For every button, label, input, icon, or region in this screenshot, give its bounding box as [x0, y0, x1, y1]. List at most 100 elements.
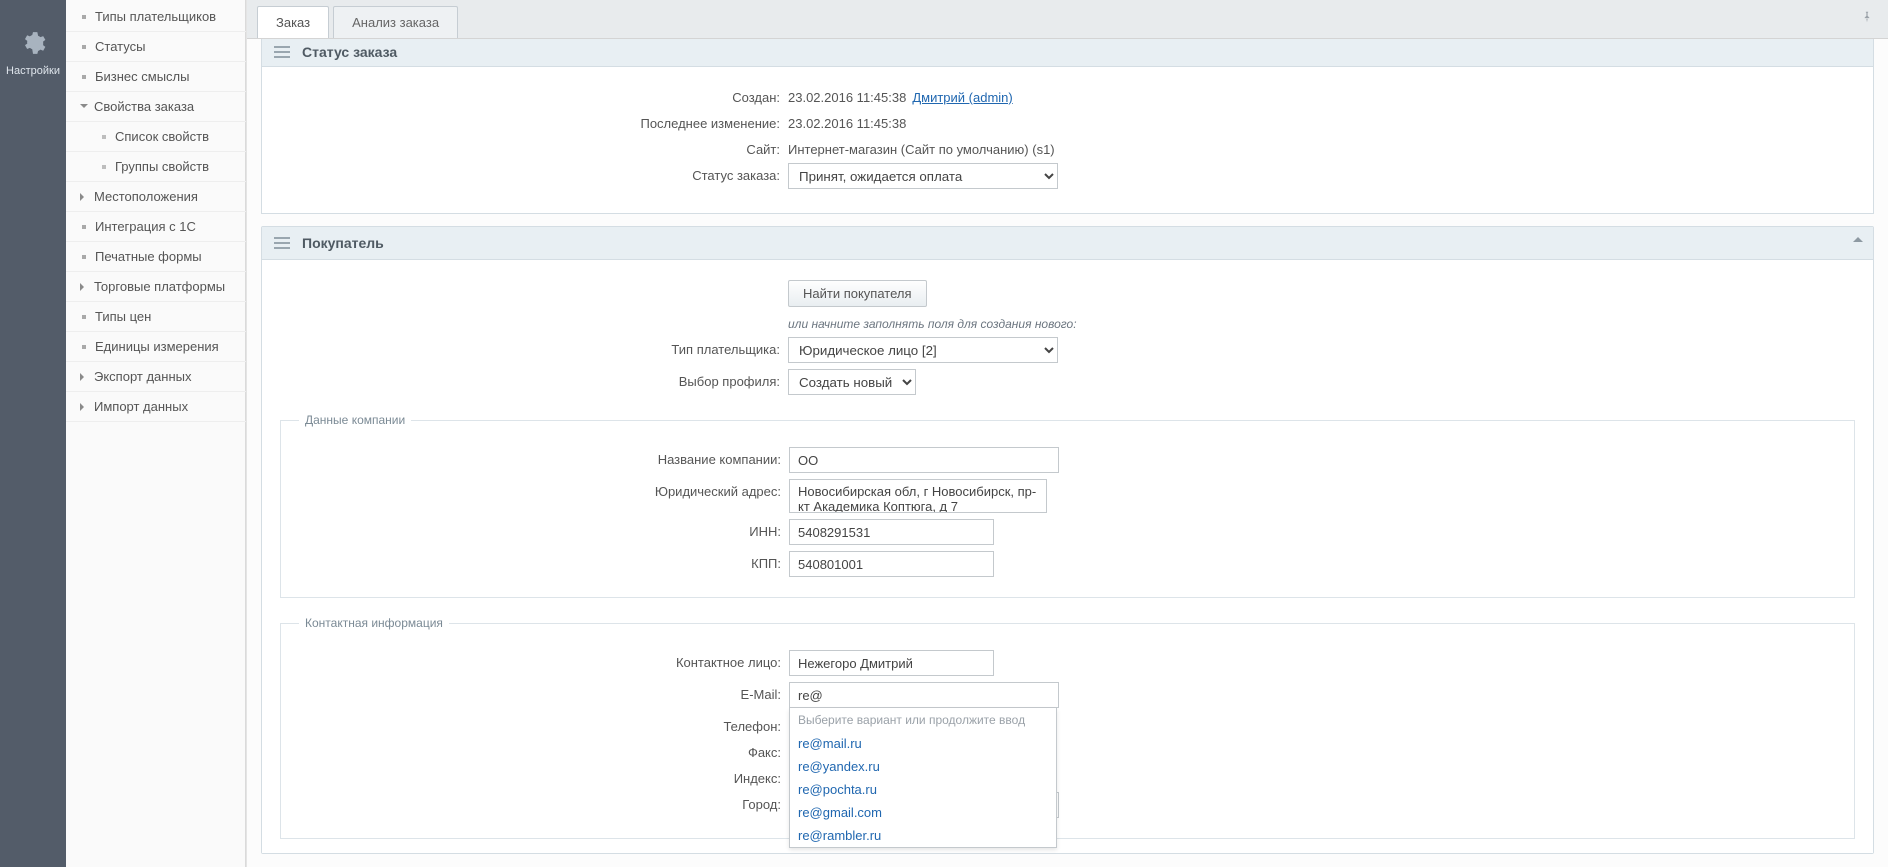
- kpp-input[interactable]: [789, 551, 994, 577]
- created-label: Создан:: [280, 85, 788, 105]
- main-area: Заказ Анализ заказа Статус заказа Создан…: [247, 0, 1888, 867]
- modified-label: Последнее изменение:: [280, 111, 788, 131]
- index-label: Индекс:: [281, 766, 789, 786]
- status-panel-header: Статус заказа: [261, 39, 1874, 67]
- sidebar-item[interactable]: Единицы измерения: [66, 332, 246, 362]
- contact-person-label: Контактное лицо:: [281, 650, 789, 670]
- autocomplete-item[interactable]: re@rambler.ru: [790, 824, 1056, 847]
- sidebar-item-label: Местоположения: [94, 189, 198, 204]
- sidebar-item-label: Импорт данных: [94, 399, 188, 414]
- content-scroll[interactable]: Статус заказа Создан: 23.02.2016 11:45:3…: [247, 39, 1888, 867]
- buyer-hint: или начните заполнять поля для создания …: [788, 317, 1077, 331]
- chevron-icon: [80, 104, 88, 112]
- legal-addr-label: Юридический адрес:: [281, 479, 789, 499]
- created-user-link[interactable]: Дмитрий (admin): [912, 90, 1012, 105]
- buyer-panel-title: Покупатель: [302, 235, 384, 251]
- bullet-icon: [82, 225, 86, 229]
- find-buyer-button[interactable]: Найти покупателя: [788, 280, 927, 307]
- email-autocomplete: Выберите вариант или продолжите ввод re@…: [789, 708, 1057, 848]
- buyer-panel-body: Найти покупателя или начните заполнять п…: [262, 260, 1873, 853]
- bullet-icon: [102, 135, 106, 139]
- sidebar-item[interactable]: Типы цен: [66, 302, 246, 332]
- sidebar-item-label: Интеграция с 1С: [95, 219, 196, 234]
- buyer-panel-header: Покупатель: [262, 227, 1873, 260]
- fax-label: Факс:: [281, 740, 789, 760]
- drag-icon: [274, 46, 290, 58]
- payer-type-select[interactable]: Юридическое лицо [2]: [788, 337, 1058, 363]
- contact-person-input[interactable]: [789, 650, 994, 676]
- rail-settings[interactable]: Настройки: [6, 30, 60, 77]
- autocomplete-item[interactable]: re@gmail.com: [790, 801, 1056, 824]
- chevron-icon: [80, 403, 88, 411]
- contact-fieldset-legend: Контактная информация: [299, 616, 449, 630]
- drag-icon: [274, 237, 290, 249]
- sidebar-item[interactable]: Местоположения: [66, 182, 246, 212]
- created-value: 23.02.2016 11:45:38: [788, 85, 906, 105]
- modified-value: 23.02.2016 11:45:38: [788, 111, 906, 131]
- company-name-input[interactable]: [789, 447, 1059, 473]
- left-rail: Настройки: [0, 0, 66, 867]
- sidebar-item[interactable]: Типы плательщиков: [66, 2, 246, 32]
- sidebar-item-label: Торговые платформы: [94, 279, 225, 294]
- rail-settings-label: Настройки: [6, 65, 60, 77]
- email-label: E-Mail:: [281, 682, 789, 702]
- site-label: Сайт:: [280, 137, 788, 157]
- sidebar-item-label: Свойства заказа: [94, 99, 194, 114]
- autocomplete-item[interactable]: re@yandex.ru: [790, 755, 1056, 778]
- bullet-icon: [82, 15, 86, 19]
- sidebar-item[interactable]: Экспорт данных: [66, 362, 246, 392]
- chevron-icon: [80, 373, 88, 381]
- sidebar-item[interactable]: Бизнес смыслы: [66, 62, 246, 92]
- sidebar-item[interactable]: Свойства заказа: [66, 92, 246, 122]
- tab-order[interactable]: Заказ: [257, 6, 329, 38]
- inn-label: ИНН:: [281, 519, 789, 539]
- sidebar-item-label: Бизнес смыслы: [95, 69, 190, 84]
- profile-select[interactable]: Создать новый: [788, 369, 916, 395]
- sidebar-subitem[interactable]: Список свойств: [66, 122, 246, 152]
- collapse-icon[interactable]: [1853, 237, 1863, 242]
- sidebar-item-label: Группы свойств: [115, 159, 209, 174]
- city-label: Город:: [281, 792, 789, 812]
- kpp-label: КПП:: [281, 551, 789, 571]
- bullet-icon: [82, 345, 86, 349]
- chevron-icon: [80, 193, 88, 201]
- sidebar-item[interactable]: Торговые платформы: [66, 272, 246, 302]
- bullet-icon: [102, 165, 106, 169]
- status-label: Статус заказа:: [280, 163, 788, 183]
- tab-analysis[interactable]: Анализ заказа: [333, 6, 458, 38]
- sidebar-item[interactable]: Импорт данных: [66, 392, 246, 422]
- sidebar-item-label: Типы цен: [95, 309, 151, 324]
- sidebar-item[interactable]: Печатные формы: [66, 242, 246, 272]
- autocomplete-item[interactable]: re@pochta.ru: [790, 778, 1056, 801]
- autocomplete-item[interactable]: re@mail.ru: [790, 732, 1056, 755]
- tabs-bar: Заказ Анализ заказа: [247, 0, 1888, 39]
- legal-addr-textarea[interactable]: Новосибирская обл, г Новосибирск, пр-кт …: [789, 479, 1047, 513]
- site-value: Интернет-магазин (Сайт по умолчанию) (s1…: [788, 137, 1055, 157]
- status-panel-title: Статус заказа: [302, 44, 397, 60]
- sidebar-item-label: Печатные формы: [95, 249, 202, 264]
- company-name-label: Название компании:: [281, 447, 789, 467]
- email-input[interactable]: [789, 682, 1059, 708]
- bullet-icon: [82, 75, 86, 79]
- sidebar-item-label: Экспорт данных: [94, 369, 191, 384]
- sidebar-item-label: Единицы измерения: [95, 339, 219, 354]
- bullet-icon: [82, 45, 86, 49]
- status-select[interactable]: Принят, ожидается оплата: [788, 163, 1058, 189]
- bullet-icon: [82, 315, 86, 319]
- chevron-icon: [80, 283, 88, 291]
- inn-input[interactable]: [789, 519, 994, 545]
- sidebar-item-label: Типы плательщиков: [95, 9, 216, 24]
- sidebar-item[interactable]: Статусы: [66, 32, 246, 62]
- profile-label: Выбор профиля:: [280, 369, 788, 389]
- company-fieldset: Данные компании Название компании: Юриди…: [280, 413, 1855, 598]
- sidebar-item[interactable]: Интеграция с 1С: [66, 212, 246, 242]
- phone-label: Телефон:: [281, 714, 789, 734]
- sidebar-item-label: Статусы: [95, 39, 145, 54]
- sidebar-subitem[interactable]: Группы свойств: [66, 152, 246, 182]
- sidebar: Типы плательщиков Статусы Бизнес смыслы Сво…: [66, 0, 247, 867]
- company-fieldset-legend: Данные компании: [299, 413, 411, 427]
- payer-type-label: Тип плательщика:: [280, 337, 788, 357]
- contact-fieldset: Контактная информация Контактное лицо: E…: [280, 616, 1855, 839]
- gear-icon: [20, 30, 46, 59]
- pin-icon[interactable]: [1860, 10, 1874, 24]
